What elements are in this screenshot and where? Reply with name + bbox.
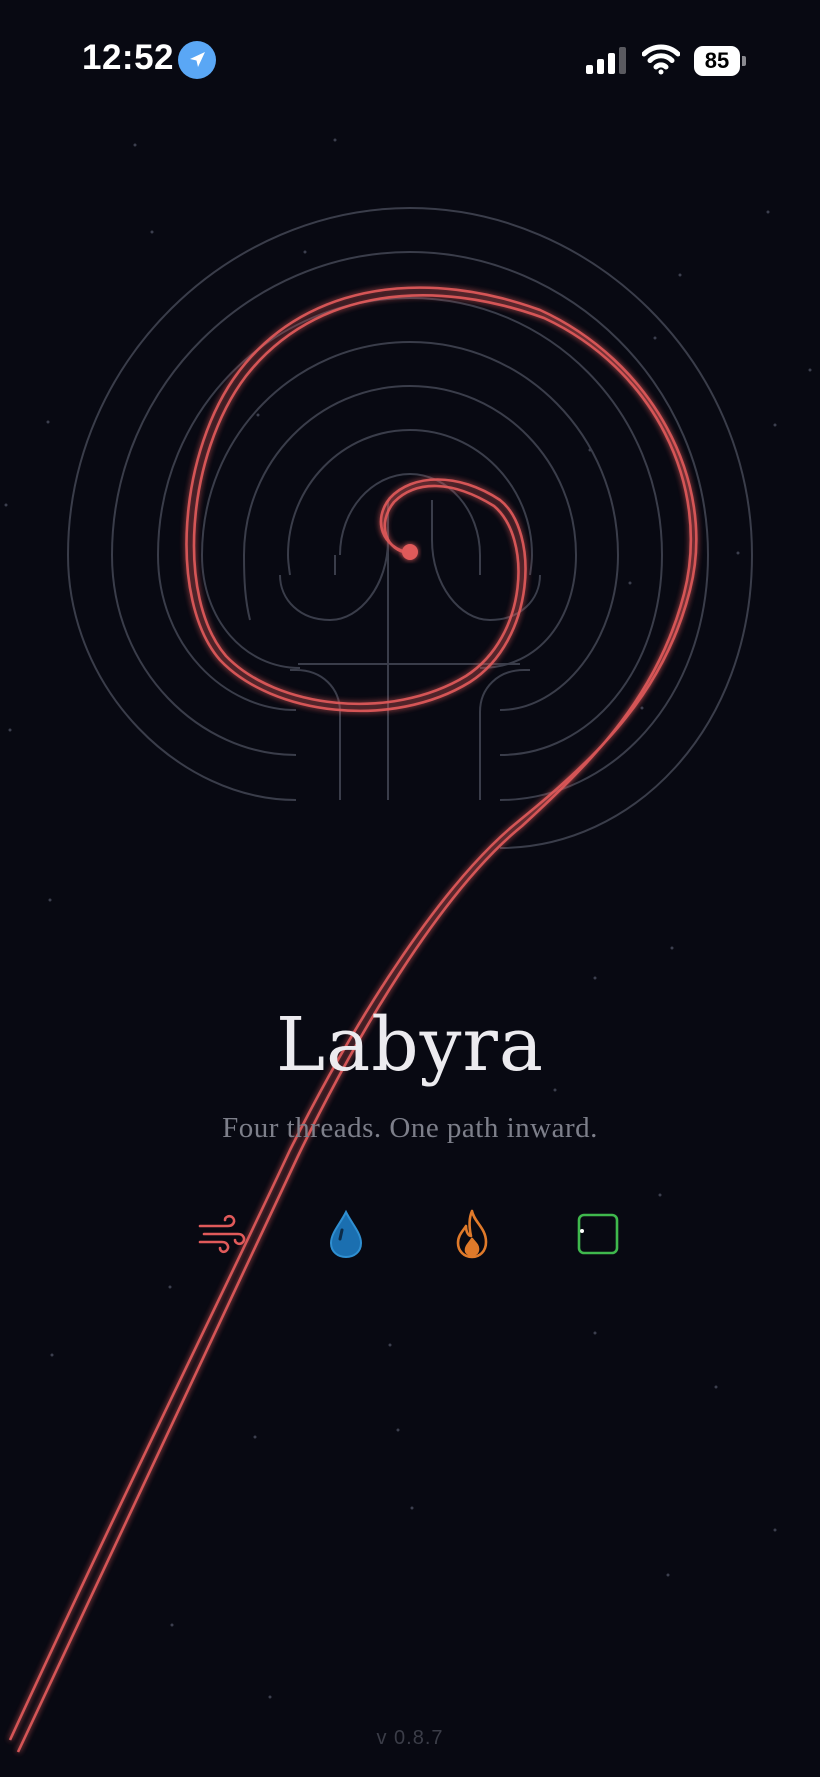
earth-square-icon: [577, 1213, 619, 1255]
tagline: Four threads. One path inward.: [222, 1112, 598, 1144]
labyrinth-rings: [66, 206, 754, 849]
version-label: v 0.8.7: [376, 1727, 444, 1749]
star-field: [4, 138, 812, 1699]
app-title: Labyra: [276, 1002, 544, 1088]
flame-icon: [456, 1209, 488, 1259]
thread-origin-dot: [402, 544, 418, 560]
wind-icon: [198, 1214, 246, 1254]
water-drop-icon: [329, 1209, 363, 1259]
labyrinth-illustration: [4, 138, 812, 1753]
